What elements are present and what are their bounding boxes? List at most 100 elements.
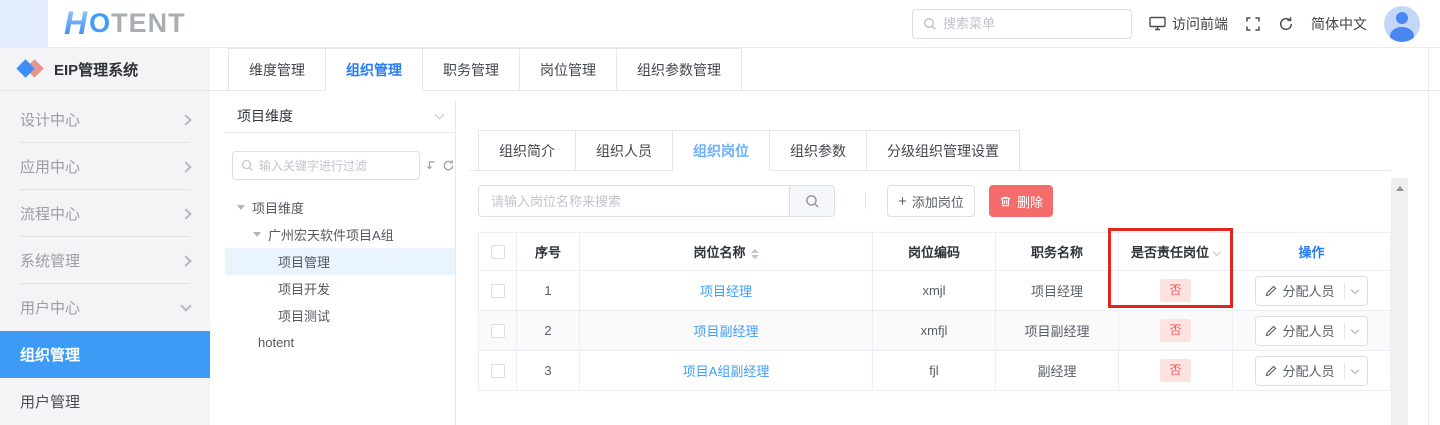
- language-switcher[interactable]: 简体中文: [1311, 14, 1367, 34]
- tree-node-dimension[interactable]: 项目维度: [225, 194, 455, 221]
- chevron-down-icon[interactable]: [1350, 365, 1359, 374]
- assign-people-button[interactable]: 分配人员: [1255, 315, 1368, 346]
- table-row: 1 项目经理 xmjl 项目经理 否 分配人员: [478, 270, 1391, 311]
- org-tree: 项目维度 广州宏天软件项目A组 项目管理 项目开发 项目测试 hotent: [225, 194, 455, 356]
- tab-post-manage[interactable]: 岗位管理: [520, 48, 617, 91]
- add-post-button[interactable]: + 添加岗位: [887, 185, 975, 217]
- trash-icon: [999, 195, 1012, 208]
- triangle-down-icon: [237, 205, 245, 210]
- tree-node-project-dev[interactable]: 项目开发: [225, 275, 455, 302]
- post-name-link[interactable]: 项目副经理: [693, 324, 758, 339]
- responsible-badge: 否: [1160, 319, 1191, 342]
- tab-org-members[interactable]: 组织人员: [576, 130, 673, 171]
- chevron-down-icon[interactable]: [1350, 285, 1359, 294]
- menu-collapse-button[interactable]: [0, 0, 48, 48]
- tab-org-posts[interactable]: 组织岗位: [673, 130, 770, 171]
- post-table: 序号 岗位名称 岗位编码 职务名称 是否责任岗位 操作 1 项目经理 xmjl: [478, 232, 1391, 391]
- visit-frontend-label: 访问前端: [1172, 15, 1228, 32]
- tab-content: 项目维度 输入关键字进行过滤 项目维度 广州宏天软件项目A组 项目管理 项目开发…: [210, 91, 1440, 425]
- sidebar-item-process-center[interactable]: 流程中心: [0, 190, 210, 237]
- responsible-badge: 否: [1160, 359, 1191, 382]
- sidebar-item-user-center[interactable]: 用户中心: [0, 284, 210, 331]
- select-all-checkbox[interactable]: [490, 245, 505, 260]
- monitor-icon: [1149, 16, 1166, 31]
- toolbar-divider: [865, 193, 866, 209]
- col-header-responsible[interactable]: 是否责任岗位: [1118, 232, 1233, 271]
- app-body: EIP管理系统 设计中心 应用中心 流程中心 系统管理 用户中心 组织管理 用户…: [0, 48, 1440, 425]
- tab-org-hierarchy-settings[interactable]: 分级组织管理设置: [867, 130, 1020, 171]
- scroll-up-arrow-icon[interactable]: [1395, 186, 1404, 191]
- filter-chevron-icon[interactable]: [1212, 247, 1222, 257]
- right-edge-divider: [1428, 48, 1429, 425]
- avatar[interactable]: [1384, 5, 1420, 42]
- person-icon: [1396, 11, 1408, 24]
- pen-icon: [1265, 325, 1277, 337]
- tree-node-hotent[interactable]: hotent: [225, 329, 455, 356]
- menu-search-box: [912, 8, 1132, 39]
- col-header-index: 序号: [516, 232, 580, 271]
- post-search-button[interactable]: [789, 186, 834, 216]
- post-toolbar: + 添加岗位 删除: [478, 185, 1053, 217]
- assign-people-button[interactable]: 分配人员: [1255, 275, 1368, 306]
- search-icon: [241, 159, 254, 172]
- tab-dimension-manage[interactable]: 维度管理: [228, 48, 326, 91]
- dimension-select[interactable]: 项目维度: [225, 100, 455, 133]
- main-area: 维度管理 组织管理 职务管理 岗位管理 组织参数管理 项目维度 输入关键字进行过…: [210, 48, 1440, 425]
- assign-people-button[interactable]: 分配人员: [1255, 355, 1368, 386]
- fullscreen-button[interactable]: [1245, 16, 1261, 32]
- org-detail-panel: 组织简介 组织人员 组织岗位 组织参数 分级组织管理设置 请输入岗位名称来搜索 …: [470, 91, 1391, 425]
- tree-filter-row: [225, 151, 455, 180]
- row-checkbox[interactable]: [490, 364, 505, 379]
- chevron-right-icon: [180, 254, 192, 267]
- post-search-input[interactable]: [479, 186, 789, 216]
- tab-org-params[interactable]: 组织参数: [770, 130, 867, 171]
- chevron-right-icon: [180, 207, 192, 220]
- pen-icon: [1265, 365, 1277, 377]
- main-tab-bar: 维度管理 组织管理 职务管理 岗位管理 组织参数管理: [210, 48, 1440, 91]
- tab-duty-manage[interactable]: 职务管理: [423, 48, 520, 91]
- system-title: EIP管理系统: [54, 61, 139, 79]
- sidebar-menu: 设计中心 应用中心 流程中心 系统管理 用户中心 组织管理 用户管理: [0, 96, 210, 425]
- tree-filter-box: [232, 151, 420, 180]
- collapse-all-icon[interactable]: [425, 160, 437, 172]
- refresh-button[interactable]: [1278, 16, 1294, 32]
- col-header-actions: 操作: [1232, 232, 1391, 271]
- chevron-down-icon: [434, 109, 445, 120]
- post-search-group: [478, 185, 835, 217]
- eip-logo-icon: [16, 57, 44, 81]
- col-header-code: 岗位编码: [872, 232, 996, 271]
- sort-icon[interactable]: [750, 248, 759, 259]
- refresh-tree-icon[interactable]: [442, 159, 455, 172]
- responsible-badge: 否: [1160, 279, 1191, 302]
- tree-filter-input[interactable]: [259, 158, 389, 173]
- menu-search-input[interactable]: [943, 16, 1121, 31]
- row-checkbox[interactable]: [490, 324, 505, 339]
- visit-frontend-button[interactable]: 访问前端: [1149, 14, 1228, 34]
- sidebar: EIP管理系统 设计中心 应用中心 流程中心 系统管理 用户中心 组织管理 用户…: [0, 48, 210, 425]
- row-checkbox[interactable]: [490, 284, 505, 299]
- col-header-duty: 职务名称: [995, 232, 1119, 271]
- sidebar-item-app-center[interactable]: 应用中心: [0, 143, 210, 190]
- tree-node-project-test[interactable]: 项目测试: [225, 302, 455, 329]
- sidebar-item-org-manage[interactable]: 组织管理: [0, 331, 210, 378]
- post-name-link[interactable]: 项目经理: [700, 284, 752, 299]
- table-row: 3 项目A组副经理 fjl 副经理 否 分配人员: [478, 350, 1391, 391]
- tab-org-manage[interactable]: 组织管理: [326, 48, 423, 91]
- app-logo: H O TENT: [64, 5, 186, 41]
- triangle-down-icon: [253, 232, 261, 237]
- detail-tab-bar: 组织简介 组织人员 组织岗位 组织参数 分级组织管理设置: [470, 130, 1390, 171]
- post-name-link[interactable]: 项目A组副经理: [683, 364, 770, 379]
- sidebar-item-design-center[interactable]: 设计中心: [0, 96, 210, 143]
- sidebar-item-user-manage[interactable]: 用户管理: [0, 378, 210, 425]
- chevron-down-icon[interactable]: [1350, 325, 1359, 334]
- chevron-right-icon: [180, 160, 192, 173]
- vertical-scrollbar[interactable]: [1391, 178, 1408, 425]
- tab-org-param-manage[interactable]: 组织参数管理: [617, 48, 742, 91]
- tree-node-project-manage[interactable]: 项目管理: [225, 248, 455, 275]
- tree-node-group-a[interactable]: 广州宏天软件项目A组: [225, 221, 455, 248]
- plus-icon: +: [898, 192, 907, 210]
- col-header-name[interactable]: 岗位名称: [579, 232, 873, 271]
- sidebar-item-system-manage[interactable]: 系统管理: [0, 237, 210, 284]
- tab-org-intro[interactable]: 组织简介: [478, 130, 576, 171]
- delete-button[interactable]: 删除: [989, 185, 1053, 217]
